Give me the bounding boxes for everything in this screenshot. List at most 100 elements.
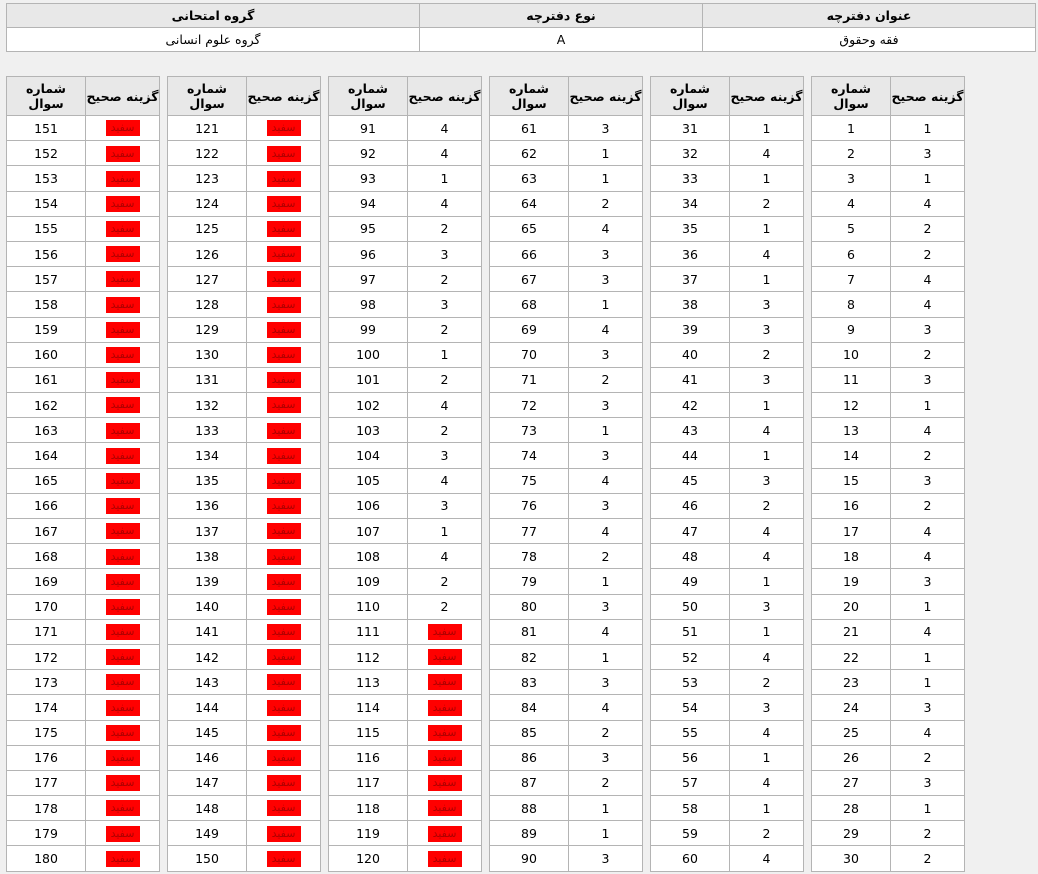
answer-row: 29 2 [811,820,965,847]
answer-row: 26 2 [811,744,965,771]
answer-row: 18 4 [811,543,965,570]
correct-option: 4 [729,845,804,872]
answer-row: 10 2 [811,341,965,368]
blank-answer-cell: سفید [246,820,321,847]
blank-answer-cell: سفید [85,341,160,368]
question-number: 52 [650,643,730,671]
answer-row: 82 1 [489,643,643,671]
question-number-header: شماره سوال [811,76,891,116]
answer-row: 39 3 [650,316,804,343]
answer-row: 72 3 [489,392,643,419]
blank-answer-cell: سفید [246,769,321,797]
answer-row: 170 سفید [6,593,160,620]
answer-row: 35 1 [650,215,804,242]
blank-answer-badge: سفید [266,775,301,792]
blank-answer-badge: سفید [105,825,140,842]
question-number: 12 [811,392,891,419]
question-number: 126 [167,240,247,268]
correct-option: 1 [568,643,643,671]
blank-answer-badge: سفید [105,321,140,338]
correct-option: 4 [729,543,804,570]
blank-answer-badge: سفید [266,523,301,540]
question-number: 30 [811,845,891,872]
answer-row: 152 سفید [6,140,160,167]
blank-answer-badge: سفید [105,724,140,741]
booklet-info-table: گروه امتحانی نوع دفترچه عنوان دفترچه گرو… [6,3,1036,52]
question-number: 103 [328,417,408,444]
blank-answer-badge: سفید [266,120,301,137]
answer-row: 40 2 [650,341,804,368]
answer-table-header-row: شماره سوال گزینه صحیح [650,76,804,116]
question-number: 175 [6,719,86,746]
answer-table: شماره سوال گزینه صحیح 151 سفید 152 سفید 153 سفی… [6,76,160,872]
blank-answer-cell: سفید [85,517,160,545]
blank-answer-badge: سفید [266,724,301,741]
question-number: 166 [6,492,86,520]
blank-answer-cell: سفید [246,366,321,394]
answer-row: 114 سفید [328,694,482,721]
answer-row: 165 سفید [6,467,160,494]
question-number: 133 [167,417,247,444]
answer-table-header-row: شماره سوال گزینه صحیح [489,76,643,116]
blank-answer-badge: سفید [266,498,301,515]
correct-option: 3 [890,366,965,394]
correct-option: 3 [407,442,482,469]
answer-row: 71 2 [489,366,643,394]
blank-answer-badge: سفید [266,699,301,716]
blank-answer-cell: سفید [246,517,321,545]
correct-option: 3 [568,240,643,268]
question-number: 25 [811,719,891,746]
blank-answer-cell: سفید [85,114,160,142]
correct-option: 3 [568,442,643,469]
question-number: 88 [489,795,569,822]
question-number: 91 [328,114,408,142]
answer-row: 60 4 [650,845,804,872]
correct-option: 1 [890,165,965,192]
answer-row: 32 4 [650,140,804,167]
answer-row: 42 1 [650,392,804,419]
blank-answer-badge: سفید [266,321,301,338]
answer-row: 79 1 [489,568,643,595]
question-number: 145 [167,719,247,746]
answer-row: 158 سفید [6,291,160,318]
question-number: 152 [6,140,86,167]
answer-row: 69 4 [489,316,643,343]
blank-answer-badge: سفید [105,775,140,792]
correct-option: 4 [890,190,965,217]
blank-answer-cell: سفید [246,492,321,520]
blank-answer-cell: سفید [246,291,321,318]
blank-answer-cell: سفید [85,140,160,167]
blank-answer-badge: سفید [105,523,140,540]
answer-row: 115 سفید [328,719,482,746]
answer-row: 54 3 [650,694,804,721]
question-number: 77 [489,517,569,545]
correct-option: 2 [568,543,643,570]
question-number: 102 [328,392,408,419]
question-number: 13 [811,417,891,444]
question-number: 109 [328,568,408,595]
question-number: 80 [489,593,569,620]
blank-answer-badge: سفید [266,472,301,489]
answer-row: 145 سفید [167,719,321,746]
question-number: 54 [650,694,730,721]
answer-row: 44 [811,190,965,217]
correct-option: 3 [729,694,804,721]
answer-row: 140 سفید [167,593,321,620]
answer-row: 64 2 [489,190,643,217]
correct-option: 1 [890,643,965,671]
question-number: 24 [811,694,891,721]
answer-row: 101 2 [328,366,482,394]
answer-row: 169 سفید [6,568,160,595]
blank-answer-badge: سفید [266,422,301,439]
blank-answer-cell: سفید [246,694,321,721]
answer-row: 118 سفید [328,795,482,822]
blank-answer-cell: سفید [85,442,160,469]
answer-row: 43 4 [650,417,804,444]
question-number: 49 [650,568,730,595]
blank-answer-badge: سفید [427,850,462,867]
question-number: 138 [167,543,247,570]
question-number: 131 [167,366,247,394]
blank-answer-cell: سفید [85,291,160,318]
correct-option: 1 [568,140,643,167]
blank-answer-badge: سفید [105,397,140,414]
